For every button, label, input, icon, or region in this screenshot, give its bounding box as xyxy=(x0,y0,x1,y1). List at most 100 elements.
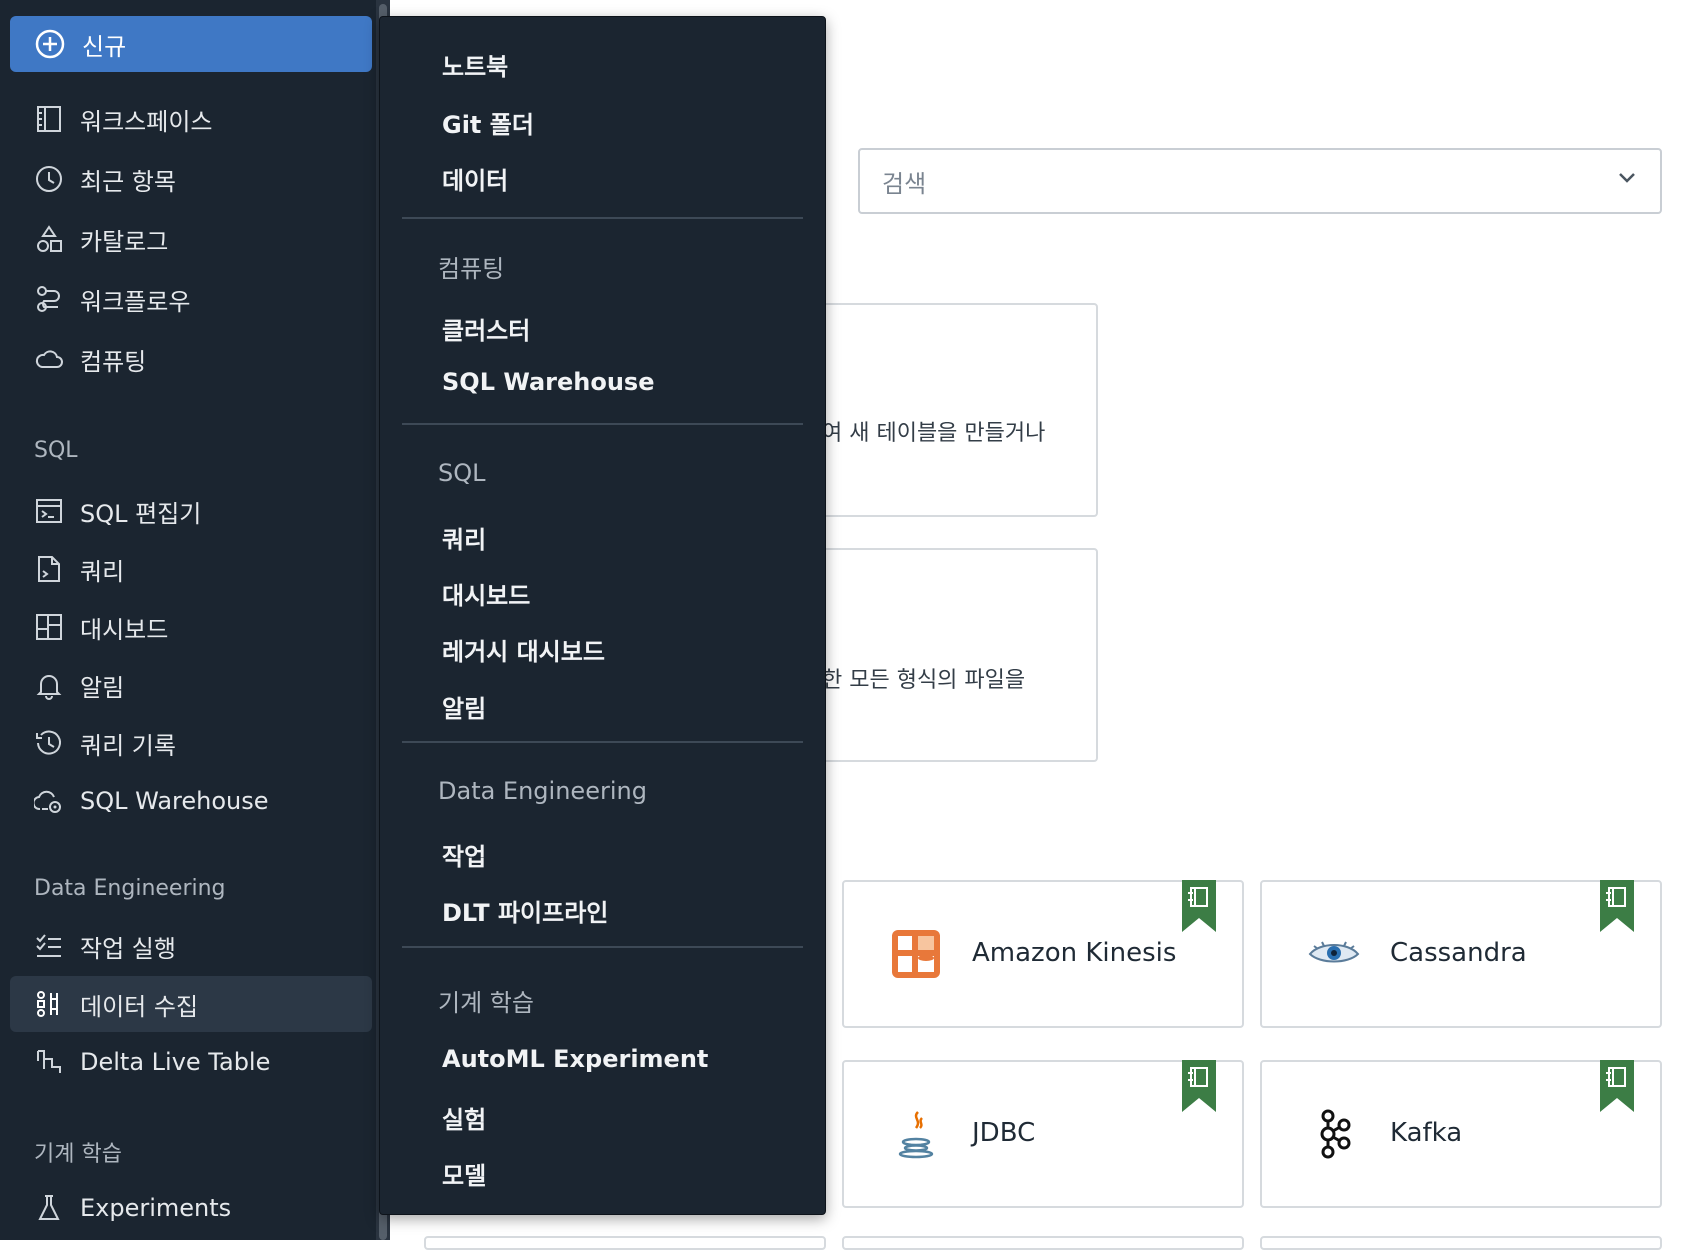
sidebar-item-query-history[interactable]: 쿼리 기록 xyxy=(10,715,372,771)
search-placeholder: 검색 xyxy=(882,169,927,198)
source-label: Kafka xyxy=(1390,1118,1463,1148)
menu-item-automl-experiment[interactable]: AutoML Experiment xyxy=(442,1045,708,1073)
sidebar-item-dashboards[interactable]: 대시보드 xyxy=(10,599,372,655)
source-card-partial[interactable] xyxy=(424,1236,826,1250)
menu-item-dashboard[interactable]: 대시보드 xyxy=(442,576,530,611)
sidebar-item-alerts[interactable]: 알림 xyxy=(10,657,372,713)
sql-editor-icon xyxy=(36,499,62,523)
sidebar-item-workspace[interactable]: 워크스페이스 xyxy=(10,91,372,147)
menu-divider xyxy=(402,741,803,743)
menu-divider xyxy=(402,423,803,425)
sidebar: 신규 워크스페이스 최근 항목 카탈로그 워크플로우 컴퓨팅 SQL SQL 편… xyxy=(0,0,376,1240)
delta-live-icon xyxy=(37,1050,61,1073)
create-table-card-text: 여 새 테이블을 만들거나 xyxy=(822,421,1046,446)
java-icon xyxy=(898,1111,934,1159)
sidebar-item-catalog[interactable]: 카탈로그 xyxy=(10,211,372,267)
new-button[interactable]: 신규 xyxy=(10,16,372,72)
sidebar-item-label: 최근 항목 xyxy=(80,167,176,196)
sidebar-item-label: 쿼리 기록 xyxy=(80,731,176,760)
menu-divider xyxy=(402,946,803,948)
menu-divider xyxy=(402,217,803,219)
upload-files-card-text: 한 모든 형식의 파일을 xyxy=(822,668,1026,693)
menu-item-cluster[interactable]: 클러스터 xyxy=(442,311,530,346)
dashboard-icon xyxy=(36,614,62,640)
cloud-icon xyxy=(35,350,63,368)
menu-item-notebook[interactable]: 노트북 xyxy=(442,47,508,82)
source-card-cassandra[interactable]: Cassandra xyxy=(1260,880,1662,1028)
menu-section-data-engineering: Data Engineering xyxy=(438,777,647,805)
menu-item-legacy-dashboard[interactable]: 레거시 대시보드 xyxy=(442,632,605,667)
source-card-amazon-kinesis[interactable]: Amazon Kinesis xyxy=(842,880,1244,1028)
notebook-ribbon-icon xyxy=(1600,880,1634,932)
kinesis-icon xyxy=(892,930,940,978)
source-label: Amazon Kinesis xyxy=(972,938,1177,968)
menu-item-query[interactable]: 쿼리 xyxy=(442,520,486,555)
catalog-icon xyxy=(37,225,62,252)
section-label-machine-learning: 기계 학습 xyxy=(34,1142,122,1167)
sidebar-item-label: 워크플로우 xyxy=(80,287,191,316)
sidebar-item-queries[interactable]: 쿼리 xyxy=(10,541,372,597)
sidebar-item-label: 대시보드 xyxy=(80,615,169,644)
menu-item-experiment[interactable]: 실험 xyxy=(442,1100,486,1135)
cassandra-eye-icon xyxy=(1308,941,1360,963)
history-icon xyxy=(36,730,61,755)
notebook-ribbon-icon xyxy=(1182,1060,1216,1112)
menu-item-model[interactable]: 모델 xyxy=(442,1156,486,1191)
sidebar-item-job-runs[interactable]: 작업 실행 xyxy=(10,918,372,974)
source-card-partial[interactable] xyxy=(842,1236,1244,1250)
notebook-ribbon-icon xyxy=(1600,1060,1634,1112)
section-label-sql: SQL xyxy=(34,438,78,463)
upload-files-card[interactable]: 한 모든 형식의 파일을 xyxy=(780,548,1098,762)
sidebar-item-label: 작업 실행 xyxy=(80,934,176,963)
sidebar-item-workflow[interactable]: 워크플로우 xyxy=(10,271,372,327)
sidebar-item-sql-warehouse[interactable]: SQL Warehouse xyxy=(10,773,372,829)
menu-item-alert[interactable]: 알림 xyxy=(442,689,486,724)
sidebar-item-label: 알림 xyxy=(80,673,125,702)
sidebar-item-data-ingestion[interactable]: 데이터 수집 xyxy=(10,976,372,1032)
clock-icon xyxy=(36,166,62,192)
menu-item-job[interactable]: 작업 xyxy=(442,837,486,872)
source-card-partial[interactable] xyxy=(1260,1236,1662,1250)
sidebar-item-label: 쿼리 xyxy=(80,557,125,586)
notebook-ribbon-icon xyxy=(1182,880,1216,932)
create-table-card[interactable]: 여 새 테이블을 만들거나 xyxy=(780,303,1098,517)
sidebar-item-label: SQL Warehouse xyxy=(80,787,269,815)
workspace-icon xyxy=(37,106,61,132)
sidebar-item-compute[interactable]: 컴퓨팅 xyxy=(10,331,372,387)
new-button-label: 신규 xyxy=(82,32,127,61)
menu-section-compute: 컴퓨팅 xyxy=(438,255,505,283)
sidebar-item-label: SQL 편집기 xyxy=(80,499,202,528)
bell-icon xyxy=(36,675,62,700)
sidebar-item-label: Delta Live Table xyxy=(80,1048,271,1076)
sidebar-item-label: 데이터 수집 xyxy=(80,992,199,1021)
menu-section-sql: SQL xyxy=(438,459,486,487)
source-card-jdbc[interactable]: JDBC xyxy=(842,1060,1244,1208)
query-icon xyxy=(38,556,60,582)
data-ingest-icon xyxy=(37,991,58,1017)
workflow-icon xyxy=(37,286,60,312)
section-label-data-engineering: Data Engineering xyxy=(34,876,226,901)
menu-item-sql-warehouse[interactable]: SQL Warehouse xyxy=(442,368,654,396)
menu-item-git-folder[interactable]: Git 폴더 xyxy=(442,105,534,140)
plus-circle-icon xyxy=(35,29,65,59)
menu-item-data[interactable]: 데이터 xyxy=(442,161,508,196)
job-runs-icon xyxy=(36,934,61,957)
sidebar-item-label: 카탈로그 xyxy=(80,227,169,256)
sidebar-item-recent[interactable]: 최근 항목 xyxy=(10,151,372,207)
sidebar-item-experiments[interactable]: Experiments xyxy=(10,1180,372,1236)
sidebar-item-label: 워크스페이스 xyxy=(80,107,213,136)
source-label: JDBC xyxy=(972,1118,1036,1148)
menu-section-machine-learning: 기계 학습 xyxy=(438,989,534,1017)
source-card-kafka[interactable]: Kafka xyxy=(1260,1060,1662,1208)
chevron-down-icon[interactable] xyxy=(1618,172,1636,184)
sidebar-item-label: 컴퓨팅 xyxy=(80,347,147,376)
warehouse-icon xyxy=(34,790,61,813)
kafka-icon xyxy=(1320,1109,1351,1159)
new-dropdown-menu: 노트북 Git 폴더 데이터 컴퓨팅 클러스터 SQL Warehouse SQ… xyxy=(379,16,826,1215)
search-input[interactable]: 검색 xyxy=(858,148,1662,214)
source-label: Cassandra xyxy=(1390,938,1527,968)
menu-item-dlt-pipeline[interactable]: DLT 파이프라인 xyxy=(442,893,608,928)
sidebar-item-delta-live-tables[interactable]: Delta Live Table xyxy=(10,1034,372,1090)
sidebar-item-label: Experiments xyxy=(80,1194,232,1222)
sidebar-item-sql-editor[interactable]: SQL 편집기 xyxy=(10,483,372,539)
